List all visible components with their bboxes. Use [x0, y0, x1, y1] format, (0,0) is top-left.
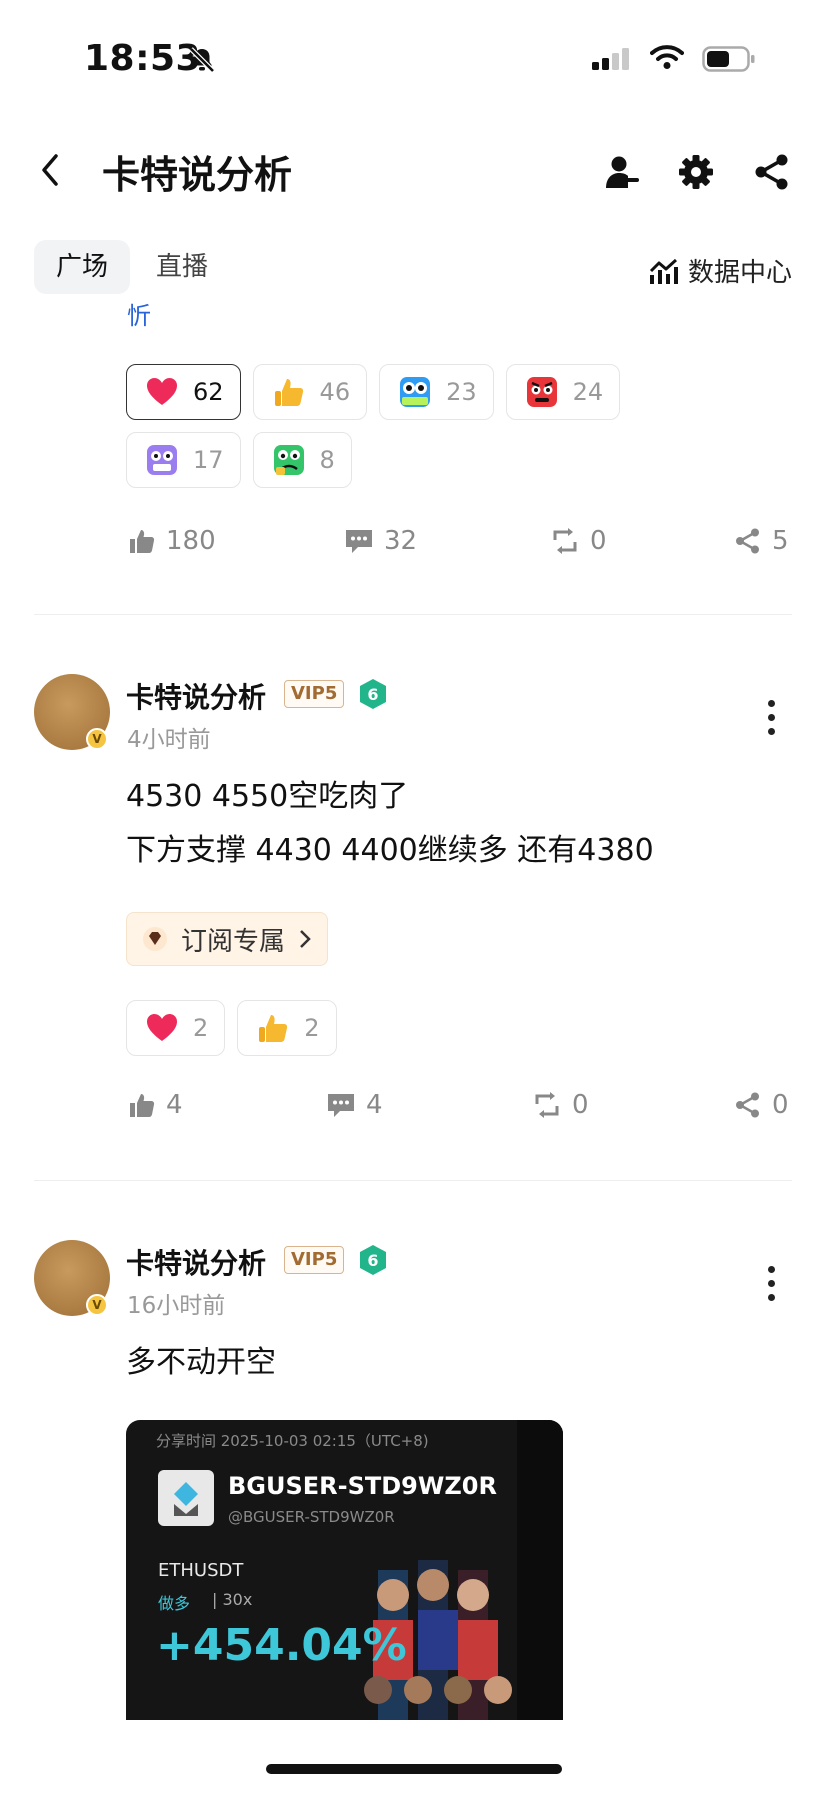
share-time-text: 分享时间 2025-10-03 02:15（UTC+8): [156, 1432, 429, 1450]
post-divider: [34, 1180, 792, 1181]
repost-icon: [553, 528, 577, 554]
comment-icon: [346, 530, 372, 553]
post-text-line-1: 多不动开空: [126, 1345, 276, 1380]
level-badge: 6: [360, 679, 386, 709]
share-post-button[interactable]: 5: [734, 526, 789, 556]
reaction-angry[interactable]: 24: [505, 364, 621, 420]
reaction-list: 2 2: [126, 1000, 746, 1056]
heart-icon: [147, 1014, 177, 1041]
home-indicator[interactable]: [266, 1764, 562, 1774]
svg-text:6: 6: [367, 1251, 378, 1270]
thumbs-up-icon: [274, 379, 303, 406]
card-side: 做多: [158, 1594, 191, 1613]
comment-button[interactable]: 32: [344, 526, 417, 556]
reaction-scared[interactable]: 17: [126, 432, 241, 488]
post-time: 4小时前: [127, 727, 211, 753]
status-bar: 18:53: [0, 0, 828, 110]
reaction-thumbs-up[interactable]: 46: [252, 364, 368, 420]
reaction-sad-frog[interactable]: 8: [252, 432, 352, 488]
page-header: 卡特说分析: [0, 130, 828, 210]
share-icon: [736, 528, 759, 554]
tab-square[interactable]: 广场: [34, 240, 131, 294]
vip-badge: VIP5: [284, 1246, 345, 1274]
app-logo-icon: [158, 1470, 214, 1526]
card-leverage: | 30x: [212, 1590, 253, 1609]
repost-button[interactable]: 0: [532, 1090, 589, 1120]
author-name[interactable]: 卡特说分析: [126, 676, 266, 716]
scared-face-icon: [147, 445, 177, 475]
share-post-button[interactable]: 0: [734, 1090, 789, 1120]
verified-badge: V: [86, 728, 108, 750]
reaction-heart[interactable]: 62: [126, 364, 241, 420]
share-icon[interactable]: [752, 152, 792, 192]
follow-user-icon[interactable]: [602, 152, 642, 192]
repost-icon: [535, 1092, 559, 1118]
card-edge-strip: [517, 1420, 563, 1720]
diamond-icon: [143, 927, 167, 951]
data-center-label: 数据中心: [687, 258, 792, 288]
reaction-thumbs-up[interactable]: 2: [237, 1000, 337, 1056]
subscribe-exclusive-button[interactable]: 订阅专属: [126, 912, 329, 966]
repost-button[interactable]: 0: [550, 526, 607, 556]
wifi-icon: [650, 45, 684, 69]
thumbs-up-outline-icon: [130, 530, 155, 553]
tab-bar: 广场 直播 数据中心: [0, 240, 828, 294]
svg-text:6: 6: [367, 685, 378, 704]
more-options-icon[interactable]: [768, 1266, 776, 1308]
reaction-list: 62 46 23 24 17 8: [126, 364, 746, 488]
card-username: BGUSER-STD9WZ0R: [228, 1472, 497, 1500]
share-icon: [736, 1092, 759, 1118]
hodl-owl-icon: [400, 377, 431, 407]
heart-icon: [147, 378, 177, 405]
battery-icon: [702, 46, 755, 72]
sad-frog-icon: [273, 445, 304, 475]
post-divider: [34, 614, 792, 615]
comment-icon: [328, 1094, 354, 1117]
tab-live[interactable]: 直播: [134, 240, 230, 294]
shared-trade-card-image[interactable]: 分享时间 2025-10-03 02:15（UTC+8) BGUSER-STD9…: [126, 1420, 563, 1720]
chart-icon: [649, 258, 678, 284]
angry-face-icon: [526, 377, 557, 407]
verified-badge: V: [86, 1294, 108, 1316]
reaction-heart[interactable]: 2: [126, 1000, 226, 1056]
reaction-hodl[interactable]: 23: [379, 364, 494, 420]
post-time: 16小时前: [127, 1293, 226, 1319]
card-handle: @BGUSER-STD9WZ0R: [228, 1508, 395, 1526]
like-button[interactable]: 180: [128, 526, 216, 556]
thumbs-up-icon: [259, 1015, 288, 1042]
like-button[interactable]: 4: [128, 1090, 183, 1120]
author-name[interactable]: 卡特说分析: [126, 1242, 266, 1282]
chevron-right-icon: [300, 930, 311, 948]
status-time: 18:53: [84, 38, 202, 79]
level-badge: 6: [360, 1245, 386, 1275]
settings-gear-icon[interactable]: [676, 152, 716, 192]
card-pair: ETHUSDT: [158, 1560, 244, 1581]
back-icon[interactable]: [36, 150, 66, 190]
post-text-line-1: 4530 4550空吃肉了: [126, 779, 409, 814]
bell-muted-icon: [189, 47, 215, 73]
post-text-line-2: 下方支撑 4430 4400继续多 还有4380: [126, 833, 654, 868]
thumbs-up-outline-icon: [130, 1094, 155, 1117]
truncated-link-text[interactable]: 忻: [127, 296, 151, 331]
post-action-bar: 180 32 0 5: [126, 526, 792, 566]
cell-signal-icon: [592, 48, 629, 70]
post-action-bar: 4 4 0 0: [126, 1090, 792, 1130]
data-center-link[interactable]: 数据中心: [648, 252, 792, 289]
page-title: 卡特说分析: [102, 153, 293, 197]
comment-button[interactable]: 4: [326, 1090, 383, 1120]
vip-badge: VIP5: [284, 680, 345, 708]
card-pnl: +454.04%: [156, 1620, 407, 1671]
more-options-icon[interactable]: [768, 700, 776, 742]
